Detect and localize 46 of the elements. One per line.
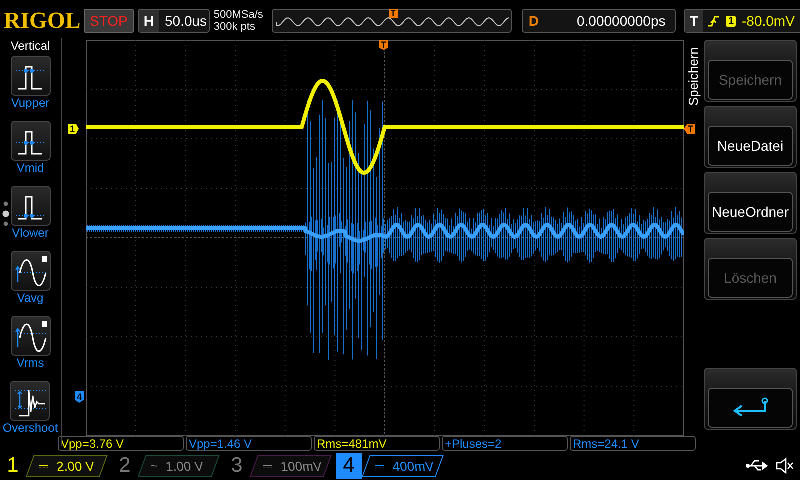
menu-title: Vertical <box>10 39 50 53</box>
delay-value: 0.00000000ps <box>576 13 667 29</box>
page-dots-icon <box>2 201 10 227</box>
measure-button[interactable] <box>10 381 50 421</box>
rising-edge-icon <box>707 14 720 28</box>
delay-label: D <box>528 13 540 29</box>
measure-label: Vmid <box>16 161 44 176</box>
trigger-level: -80.0mV <box>742 13 796 29</box>
trigger-label: T <box>684 10 704 32</box>
sample-rate: 500MSa/s <box>214 9 264 21</box>
back-button[interactable] <box>704 368 797 430</box>
brand-logo: RIGOL <box>4 8 80 34</box>
mute-icon[interactable] <box>774 457 795 475</box>
trigger-panel[interactable]: T 1 -80.0mV <box>684 9 800 33</box>
trigger-level-marker[interactable]: T <box>684 124 696 134</box>
measure-label: Vupper <box>11 96 50 111</box>
menu-button: Speichern <box>704 40 797 102</box>
trigger-position-marker[interactable]: T <box>379 40 388 50</box>
channel-marker[interactable]: 1 <box>68 124 80 134</box>
measurement-value: Rms=24.1 V <box>570 436 696 451</box>
menu-button[interactable]: NeueDatei <box>704 106 797 168</box>
channel-marker[interactable]: 4 <box>75 391 84 403</box>
measure-label: Vlower <box>12 226 49 241</box>
measure-button[interactable] <box>10 251 50 291</box>
timebase-label: H <box>138 10 159 32</box>
timebase-panel[interactable]: H 50.0us <box>138 9 210 33</box>
measurement-value: Vpp=1.46 V <box>186 436 312 451</box>
menu-button: Löschen <box>704 238 797 300</box>
measure-label: Vrms <box>16 356 44 371</box>
measure-button[interactable] <box>10 316 50 356</box>
measurement-value: Vpp=3.76 V <box>58 436 184 451</box>
timebase-value: 50.0us <box>164 13 208 29</box>
measure-button[interactable] <box>10 121 50 161</box>
measurement-value: +Pluses=2 <box>442 436 568 451</box>
memory-depth: 300k pts <box>214 21 256 33</box>
measure-button[interactable] <box>10 186 50 226</box>
return-arrow-icon <box>730 397 770 419</box>
trigger-position-marker: T <box>388 9 398 18</box>
measure-button[interactable] <box>10 56 50 96</box>
delay-panel[interactable]: D 0.00000000ps <box>522 9 676 33</box>
menu-title: Speichern <box>686 46 700 106</box>
menu-button[interactable]: NeueOrdner <box>704 172 797 234</box>
measure-label: Vavg <box>17 291 44 306</box>
measure-label: Overshoot <box>2 421 58 436</box>
trigger-source-badge: 1 <box>726 16 736 26</box>
measurement-value: Rms=481mV <box>314 436 440 451</box>
